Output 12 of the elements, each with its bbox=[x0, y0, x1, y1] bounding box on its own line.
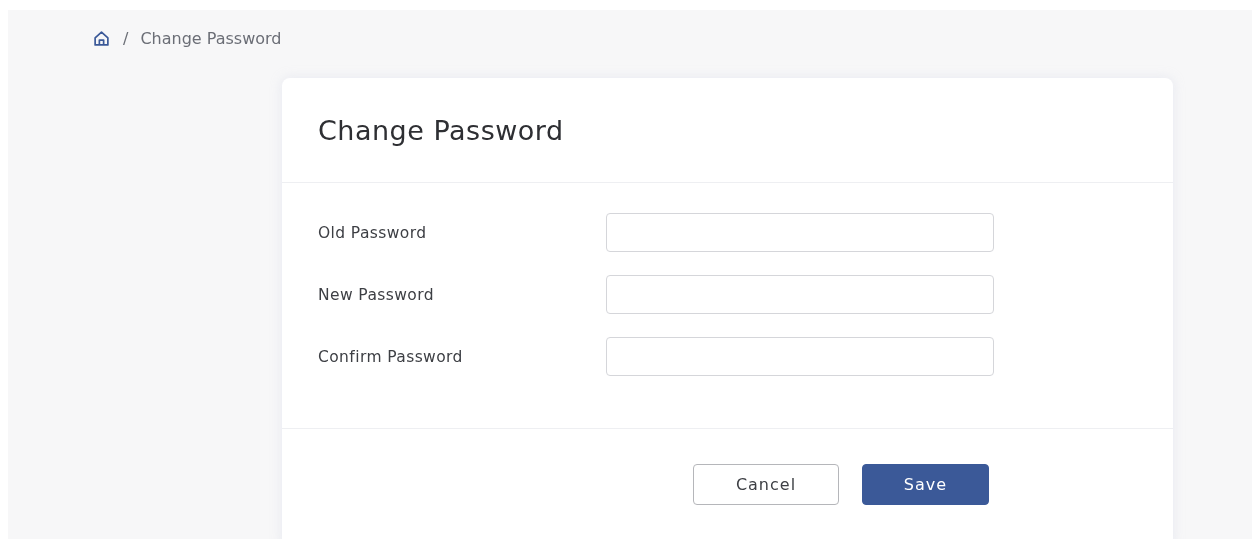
breadcrumb-separator: / bbox=[123, 28, 129, 48]
home-icon[interactable] bbox=[93, 29, 110, 47]
password-field[interactable] bbox=[606, 275, 994, 314]
field-label: New Password bbox=[318, 285, 435, 304]
password-field[interactable] bbox=[606, 337, 994, 376]
card-title: Change Password bbox=[318, 114, 564, 146]
breadcrumb-current: Change Password bbox=[140, 28, 282, 48]
field-label: Old Password bbox=[318, 223, 428, 242]
password-field[interactable] bbox=[606, 213, 994, 252]
save-button[interactable]: Save bbox=[862, 464, 989, 505]
cancel-button[interactable]: Cancel bbox=[693, 464, 839, 505]
field-label: Confirm Password bbox=[318, 347, 464, 366]
